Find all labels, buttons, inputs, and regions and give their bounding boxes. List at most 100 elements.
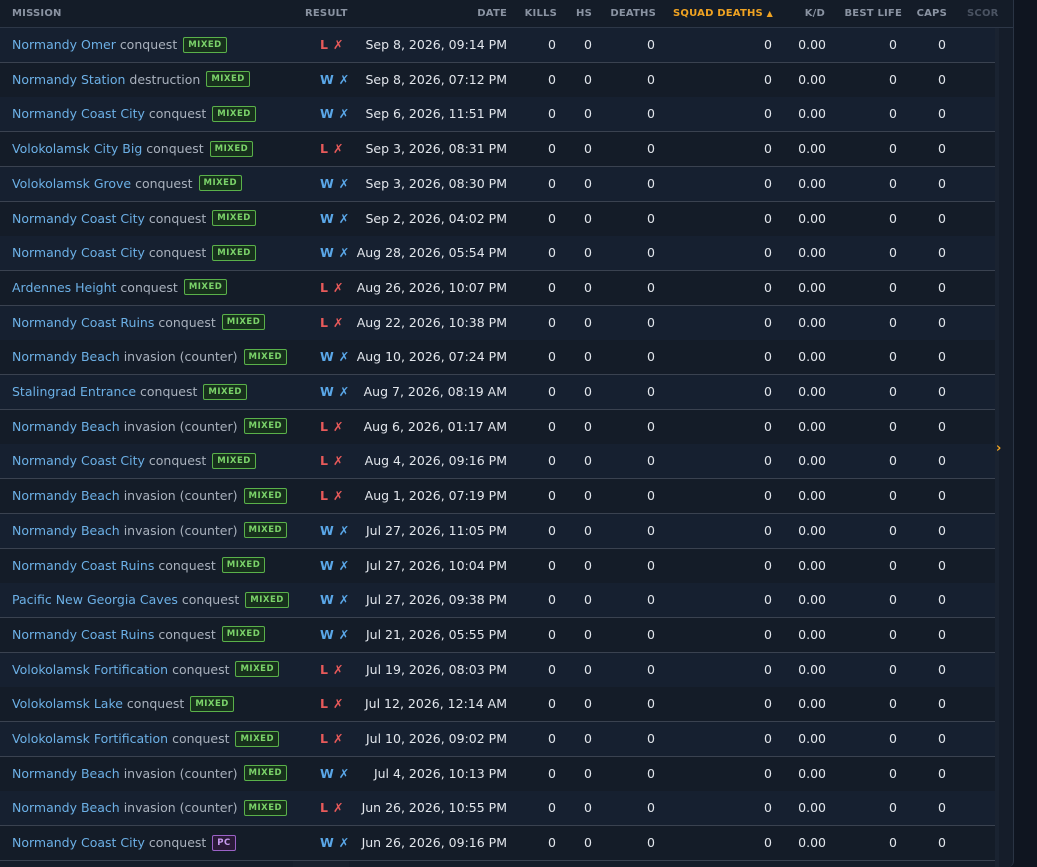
platform-badge: MIXED <box>235 730 280 747</box>
mission-map-link[interactable]: Normandy Beach <box>12 488 120 503</box>
result-cell: L ✗ <box>320 444 343 478</box>
table-row[interactable]: Normandy Coast Ruins conquest MIXED W ✗ Jul… <box>0 548 998 584</box>
kd-cell: 0.00 <box>798 557 826 573</box>
mission-map-link[interactable]: Pacific New Georgia Caves <box>12 592 178 607</box>
mission-map-link[interactable]: Volokolamsk Fortification <box>12 662 168 677</box>
kd-cell: 0.00 <box>798 37 826 52</box>
table-row[interactable]: Normandy Coast City conquest MIXED W ✗ Sep … <box>0 97 998 133</box>
kills-cell: 0 <box>548 37 556 52</box>
table-row[interactable]: Normandy Coast Ruins conquest MIXED L ✗ Aug… <box>0 305 998 341</box>
squad-deaths-cell: 0 <box>764 661 772 677</box>
result-cell: W ✗ <box>320 514 349 548</box>
mission-cell: Normandy Beach invasion (counter) MIXED <box>12 514 288 548</box>
platform-badge: MIXED <box>243 418 288 435</box>
mission-map-link[interactable]: Volokolamsk City Big <box>12 141 142 156</box>
mission-map-link[interactable]: Normandy Coast City <box>12 453 145 468</box>
col-caps-header[interactable]: CAPS <box>917 0 947 27</box>
col-kills-header[interactable]: KILLS <box>525 0 557 27</box>
platform-badge: MIXED <box>183 36 227 53</box>
table-row[interactable]: Normandy Coast City conquest PC W ✗ Jun 26,… <box>0 826 998 862</box>
mission-map-link[interactable]: Normandy Station <box>12 72 125 87</box>
table-row[interactable]: Normandy Beach invasion (counter) MIXED L… <box>0 479 998 515</box>
squad-deaths-cell: 0 <box>764 279 772 295</box>
kd-cell: 0.00 <box>798 765 826 781</box>
mission-map-link[interactable]: Normandy Beach <box>12 419 120 434</box>
col-date-header[interactable]: DATE <box>477 0 507 27</box>
col-deaths-header[interactable]: DEATHS <box>610 0 656 27</box>
best-life-cell: 0 <box>889 210 897 226</box>
mission-map-link[interactable]: Normandy Coast Ruins <box>12 315 154 330</box>
mission-map-link[interactable]: Normandy Coast Ruins <box>12 558 154 573</box>
table-row[interactable]: Volokolamsk Lake conquest MIXED L ✗ Jul 12,… <box>0 687 998 723</box>
table-row[interactable]: Volokolamsk Fortification conquest MIXED… <box>0 722 998 757</box>
mission-map-link[interactable]: Normandy Coast City <box>12 106 145 121</box>
table-row[interactable]: Normandy Beach invasion (counter) MIXED L… <box>0 409 998 445</box>
col-squad-deaths-header[interactable]: SQUAD DEATHS ▲ <box>673 0 773 27</box>
mission-map-link[interactable]: Normandy Beach <box>12 349 120 364</box>
mission-map-link[interactable]: Normandy Beach <box>12 523 120 538</box>
mission-map-link[interactable]: Volokolamsk Fortification <box>12 731 168 746</box>
squad-deaths-cell: 0 <box>764 696 772 712</box>
result-cell: W ✗ <box>320 826 349 860</box>
platform-badge: MIXED <box>221 314 266 331</box>
kd-cell: 0.00 <box>798 453 826 469</box>
deaths-cell: 0 <box>647 141 655 157</box>
scroll-right-icon[interactable]: › <box>996 441 1006 457</box>
mission-cell: Ardennes Height conquest MIXED <box>12 271 228 305</box>
col-result-header[interactable]: RESULT <box>305 0 348 27</box>
table-row[interactable]: Stalingrad Entrance conquest MIXED W ✗ Aug … <box>0 375 998 410</box>
table-row[interactable]: Normandy Station destruction MIXED W ✗ Sep … <box>0 62 998 98</box>
squad-deaths-cell: 0 <box>764 800 772 816</box>
table-row[interactable]: Normandy Coast Ruins conquest MIXED W ✗ Jul… <box>0 617 998 653</box>
table-row[interactable]: Pacific New Georgia Caves conquest MIXED… <box>0 583 998 619</box>
kills-cell: 0 <box>548 731 556 746</box>
squad-deaths-cell: 0 <box>764 210 772 226</box>
mission-mode: conquest <box>148 835 207 851</box>
table-row[interactable]: Normandy Beach invasion (counter) MIXED W… <box>0 756 998 792</box>
table-row[interactable]: Normandy Coast City conquest MIXED W ✗ Aug … <box>0 236 998 272</box>
caps-cell: 0 <box>938 71 946 87</box>
kd-cell: 0.00 <box>798 592 826 608</box>
mission-cell: Normandy Beach invasion (counter) MIXED <box>12 410 288 444</box>
table-row[interactable]: Normandy Coast City conquest MIXED W ✗ Sep … <box>0 201 998 237</box>
result-cell: L ✗ <box>320 410 343 444</box>
col-hs-header[interactable]: HS <box>576 0 592 27</box>
platform-badge: MIXED <box>243 522 288 539</box>
table-row[interactable]: Volokolamsk Fortification conquest MIXED… <box>0 652 998 688</box>
deaths-cell: 0 <box>647 557 655 573</box>
table-row[interactable]: Normandy Beach invasion (counter) MIXED W… <box>0 513 998 549</box>
table-row[interactable]: Normandy Omer conquest MIXED L ✗ Sep 8, 202… <box>0 28 998 63</box>
mission-map-link[interactable]: Normandy Beach <box>12 766 120 781</box>
mission-map-link[interactable]: Normandy Coast Ruins <box>12 627 154 642</box>
mission-map-link[interactable]: Normandy Coast City <box>12 835 145 850</box>
mission-map-link[interactable]: Normandy Omer <box>12 37 116 52</box>
table-row[interactable]: Normandy Coast City conquest MIXED L ✗ Aug … <box>0 444 998 480</box>
squad-deaths-cell: 0 <box>764 488 772 504</box>
mission-map-link[interactable]: Normandy Coast City <box>12 211 145 226</box>
table-row[interactable]: Normandy Beach invasion (counter) MIXED L… <box>0 791 998 827</box>
result-letter: L <box>320 418 328 434</box>
table-row[interactable]: Ardennes Height conquest MIXED L ✗ Aug 26, … <box>0 270 998 306</box>
table-row[interactable]: Volokolamsk City Big conquest MIXED L ✗ Sep… <box>0 132 998 168</box>
col-score-header[interactable]: SCOR <box>967 0 999 27</box>
col-best-life-header[interactable]: BEST LIFE <box>844 0 902 27</box>
mission-map-link[interactable]: Normandy Beach <box>12 800 120 815</box>
result-cross-icon: ✗ <box>332 731 344 746</box>
platform-badge: MIXED <box>245 591 289 608</box>
mission-mode: conquest <box>119 37 178 52</box>
table-row[interactable]: Volokolamsk Grove conquest MIXED W ✗ Sep 3,… <box>0 166 998 202</box>
best-life-cell: 0 <box>889 71 897 87</box>
mission-map-link[interactable]: Ardennes Height <box>12 280 116 295</box>
mission-map-link[interactable]: Normandy Coast City <box>12 245 145 260</box>
table-row[interactable]: Normandy Beach invasion (counter) MIXED W… <box>0 340 998 376</box>
col-mission-header[interactable]: MISSION <box>12 0 62 27</box>
col-kd-header[interactable]: K/D <box>805 0 825 27</box>
mission-map-link[interactable]: Stalingrad Entrance <box>12 384 136 399</box>
result-cross-icon: ✗ <box>332 453 344 469</box>
mission-mode: conquest <box>135 175 193 191</box>
result-cross-icon: ✗ <box>338 592 350 608</box>
mission-map-link[interactable]: Volokolamsk Lake <box>12 696 123 711</box>
date-cell: Aug 26, 2026, 10:07 PM <box>356 279 507 295</box>
mission-map-link[interactable]: Volokolamsk Grove <box>12 176 131 191</box>
deaths-cell: 0 <box>647 626 655 642</box>
